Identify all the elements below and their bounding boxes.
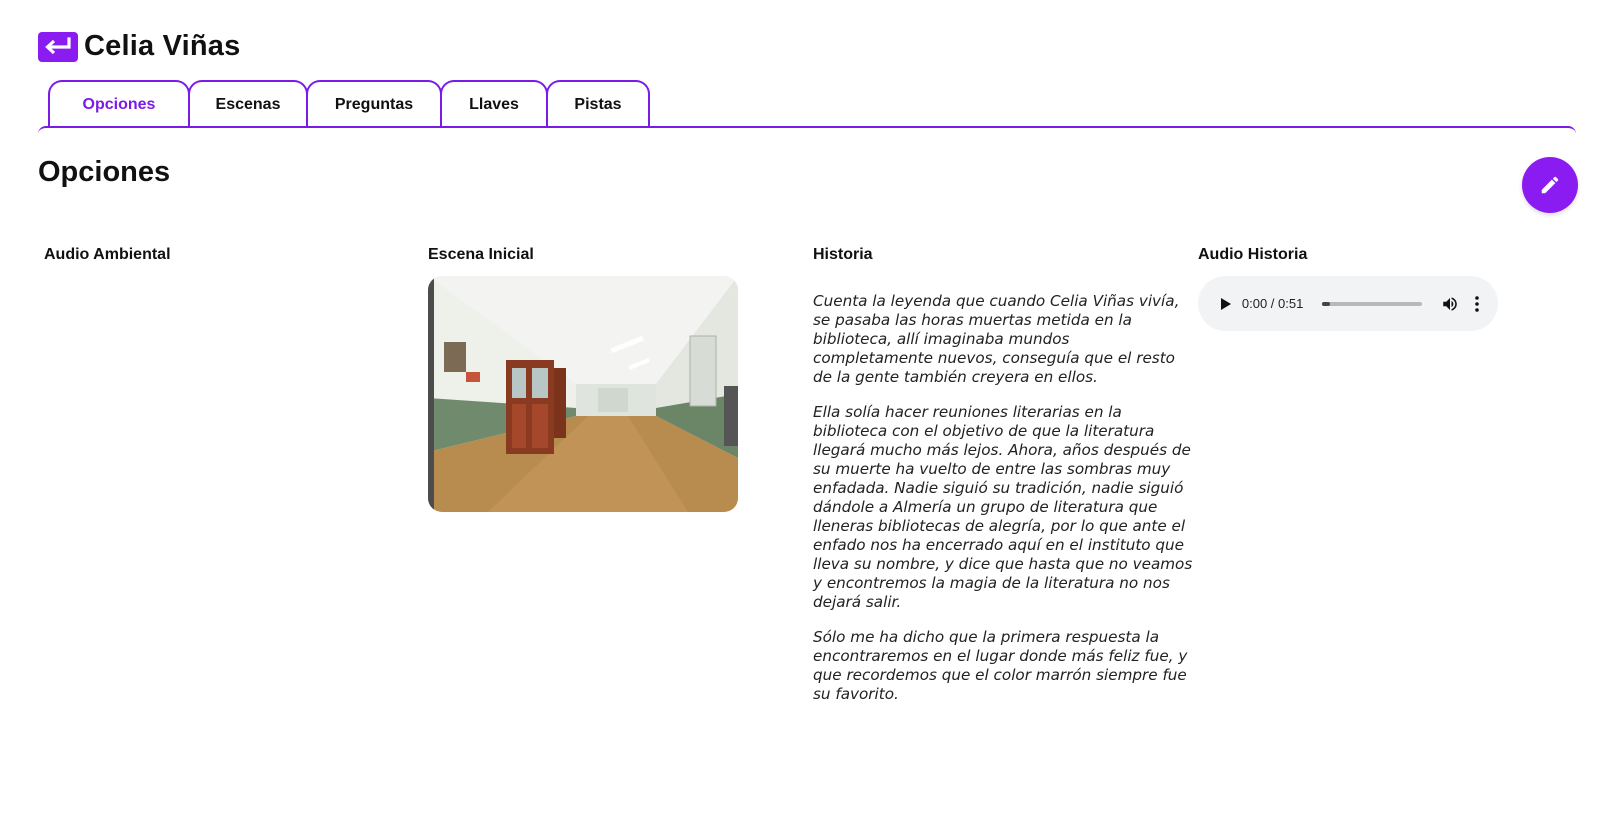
audio-time: 0:00 / 0:51 xyxy=(1241,296,1304,311)
tab-llaves[interactable]: Llaves xyxy=(440,80,548,128)
more-options-button[interactable] xyxy=(1470,293,1484,315)
historia-paragraph: Ella solía hacer reuniones literarias en… xyxy=(813,403,1193,611)
historia-text: Cuenta la leyenda que cuando Celia Viñas… xyxy=(813,292,1193,720)
tab-opciones[interactable]: Opciones xyxy=(48,80,190,128)
audio-player[interactable]: 0:00 / 0:51 xyxy=(1198,276,1498,331)
more-vertical-icon xyxy=(1474,295,1479,312)
historia-paragraph: Cuenta la leyenda que cuando Celia Viñas… xyxy=(813,292,1180,386)
tab-pistas[interactable]: Pistas xyxy=(546,80,650,128)
audio-progress-slider[interactable] xyxy=(1322,301,1422,306)
back-button[interactable] xyxy=(38,31,78,62)
edit-button[interactable] xyxy=(1522,157,1578,213)
tab-divider xyxy=(38,126,1576,134)
tab-preguntas[interactable]: Preguntas xyxy=(306,80,442,128)
audio-historia-label: Audio Historia xyxy=(1198,246,1308,263)
volume-icon xyxy=(1442,296,1457,311)
return-arrow-icon xyxy=(45,36,71,54)
page-header: Celia Viñas xyxy=(38,30,240,63)
play-icon xyxy=(1220,297,1231,310)
section-title: Opciones xyxy=(38,156,171,188)
escena-inicial-label: Escena Inicial xyxy=(428,246,534,263)
audio-ambiental-label: Audio Ambiental xyxy=(44,246,171,263)
audio-progress-fill xyxy=(1322,301,1331,306)
play-button[interactable] xyxy=(1216,293,1236,315)
pencil-icon xyxy=(1541,176,1559,194)
historia-label: Historia xyxy=(813,246,873,263)
tab-bar: Opciones Escenas Preguntas Llaves Pistas xyxy=(48,80,650,130)
page-title: Celia Viñas xyxy=(84,30,241,62)
historia-paragraph: Sólo me ha dicho que la primera respuest… xyxy=(813,628,1188,703)
scene-image xyxy=(428,276,738,512)
volume-button[interactable] xyxy=(1440,293,1460,315)
tab-escenas[interactable]: Escenas xyxy=(188,80,308,128)
